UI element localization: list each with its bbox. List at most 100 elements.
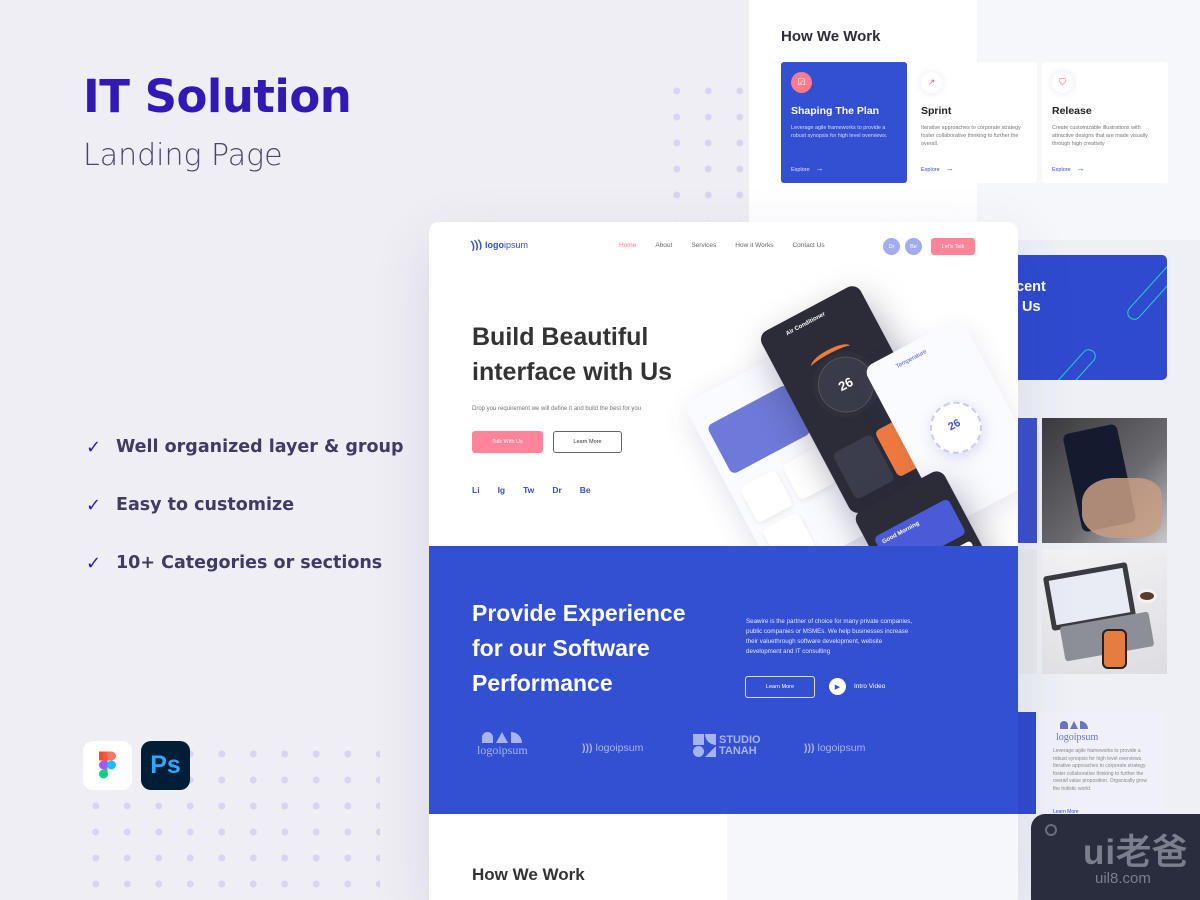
hand-graphic: [1082, 478, 1162, 538]
experience-desc: Seawire is the partner of choice for man…: [746, 618, 913, 655]
recent-title-line1: cent: [1016, 279, 1046, 295]
partner-logo-text: logoipsum: [817, 742, 866, 754]
watermark-logo: ui老爸: [1083, 833, 1189, 872]
work-card-desc: Leverage agile frameworks to provide a r…: [791, 125, 888, 139]
explore-link[interactable]: Explore →: [791, 164, 824, 173]
partner-logo: STUDIO TANAH: [693, 734, 769, 757]
social-dribbble[interactable]: Dr: [552, 485, 561, 495]
trend-icon: ↗: [921, 72, 942, 93]
social-behance[interactable]: Be: [580, 485, 591, 495]
explore-link[interactable]: Explore →: [1052, 164, 1085, 173]
landing-page-mockup: ))) logo ipsum Home About Services How it…: [429, 222, 1018, 900]
coffee-cup: [1137, 589, 1157, 603]
shield-icon: ⛉: [1052, 72, 1073, 93]
work-card-shaping[interactable]: ☑ Shaping The Plan Leverage agile framew…: [781, 62, 907, 183]
work-card-desc: Create customizable illustrations with a…: [1052, 125, 1148, 147]
experience-title-line1: Provide Experience: [472, 600, 686, 626]
how-we-work-section-bg: [727, 814, 1018, 900]
partner-logo: ))) logoipsum: [804, 742, 865, 754]
feature-item: ✓ Easy to customize: [86, 476, 404, 534]
nav-link-how-it-works[interactable]: How it Works: [735, 242, 773, 249]
experience-title-line2: for our Software: [472, 635, 650, 661]
behance-link[interactable]: Be: [905, 238, 922, 255]
arrow-right-icon: →: [945, 164, 954, 173]
photo-strip: [1015, 418, 1037, 543]
decorative-line: [1124, 261, 1167, 323]
greeting-text: Good Morning: [881, 520, 921, 546]
work-card-title: Release: [1052, 105, 1092, 117]
watermark-badge: ui老爸 uil8.com: [1031, 814, 1200, 900]
feature-item: ✓ Well organized layer & group: [86, 418, 404, 476]
play-icon: ▶: [829, 678, 846, 695]
social-links: Li Ig Tw Dr Be: [472, 485, 609, 495]
experience-title: Provide Experience for our Software Perf…: [472, 596, 686, 701]
experience-title-line3: Performance: [472, 670, 613, 696]
work-card-title: Shaping The Plan: [791, 105, 880, 117]
talk-with-us-button[interactable]: Talk With Us: [472, 431, 543, 453]
recent-work-card: cent Us: [1000, 255, 1167, 380]
hero-title-line2: interface with Us: [472, 358, 673, 386]
nav-links: Home About Services How it Works Contact…: [619, 242, 844, 249]
figma-icon: [83, 741, 132, 790]
check-icon: ✓: [86, 494, 102, 516]
logo-waves-icon: ))): [470, 238, 483, 252]
brand-light: ipsum: [504, 240, 529, 250]
social-instagram[interactable]: Ig: [498, 485, 506, 495]
social-linkedin[interactable]: Li: [472, 485, 480, 495]
device-tile: [739, 469, 794, 524]
logo-waves-icon: ))): [582, 742, 593, 754]
hero-title-line1: Build Beautiful: [472, 323, 649, 351]
nav-link-about[interactable]: About: [655, 242, 672, 249]
partner-logo: logoipsum: [477, 732, 528, 758]
work-card-sprint[interactable]: ↗ Sprint Iterative approaches to corpora…: [911, 62, 1037, 183]
feature-list: ✓ Well organized layer & group ✓ Easy to…: [86, 418, 404, 592]
work-card-desc: Iterative approaches to corporate strate…: [921, 125, 1021, 147]
learn-more-button[interactable]: Learn More: [553, 431, 622, 453]
explore-label: Explore: [791, 167, 810, 173]
phone-in-hand-photo: [1042, 418, 1167, 543]
partner-logo: ))) logoipsum: [582, 742, 643, 754]
shapes-mark: [482, 732, 523, 743]
shapes-logo: [1060, 721, 1088, 729]
recent-work-title: cent Us: [1016, 277, 1046, 317]
work-card-release[interactable]: ⛉ Release Create customizable illustrati…: [1042, 62, 1168, 183]
explore-label: Explore: [921, 167, 940, 173]
intro-video-button[interactable]: ▶ Intro Video: [829, 678, 885, 695]
studio-mark: [693, 734, 716, 757]
checklist-icon: ☑: [791, 72, 812, 93]
logo-card-desc: Leverage agile frameworks to provide a r…: [1053, 748, 1147, 792]
intro-video-label: Intro Video: [854, 683, 886, 690]
nav-link-home[interactable]: Home: [619, 242, 636, 249]
temp-dial-light: 26: [920, 392, 992, 463]
logo-text: logoipsum: [1056, 732, 1099, 743]
check-icon: ✓: [86, 552, 102, 574]
promo-subtitle: Landing Page: [83, 138, 283, 173]
nav-link-contact[interactable]: Contact Us: [792, 242, 824, 249]
experience-section: Provide Experience for our Software Perf…: [429, 546, 1018, 814]
navbar: ))) logo ipsum Home About Services How it…: [429, 222, 1018, 270]
feature-item: ✓ 10+ Categories or sections: [86, 534, 404, 592]
partner-logo-text: STUDIO TANAH: [719, 733, 761, 757]
arrow-right-icon: →: [1076, 164, 1085, 173]
explore-link[interactable]: Explore →: [921, 164, 954, 173]
temp-light-value: 26: [946, 416, 963, 434]
nav-link-services[interactable]: Services: [691, 242, 716, 249]
partner-logo-text: logoipsum: [595, 742, 644, 754]
photoshop-icon: Ps: [141, 741, 190, 790]
work-card-title: Sprint: [921, 105, 952, 117]
hero-title: Build Beautiful interface with Us: [472, 320, 672, 390]
lets-talk-button[interactable]: Let's Talk: [931, 238, 975, 255]
partner-logos: logoipsum ))) logoipsum STUDIO TANAH )))…: [429, 726, 1018, 776]
decorative-line: [1041, 346, 1099, 380]
partner-logo-text: logoipsum: [477, 743, 528, 757]
photo-strip: [1015, 549, 1037, 674]
arrow-right-icon: →: [815, 164, 824, 173]
recent-title-line2: Us: [1022, 299, 1041, 315]
dribbble-link[interactable]: Dr: [883, 238, 900, 255]
social-twitter[interactable]: Tw: [523, 485, 534, 495]
hero-subtitle: Drop you requirement we will define it a…: [472, 406, 642, 412]
experience-learn-more-button[interactable]: Learn More: [745, 676, 815, 698]
how-we-work-preview-title: How We Work: [781, 28, 881, 45]
brand-logo[interactable]: ))) logo ipsum: [470, 238, 529, 252]
brand-bold: logo: [485, 240, 504, 250]
